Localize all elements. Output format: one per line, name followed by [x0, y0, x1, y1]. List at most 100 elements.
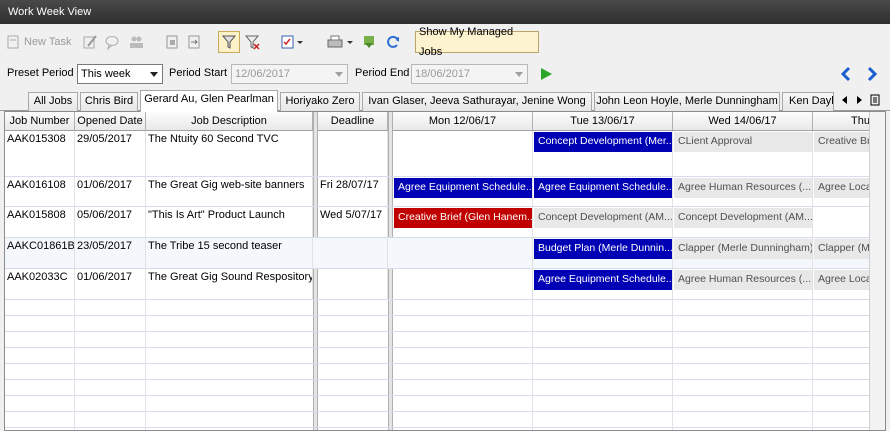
filter-button[interactable] [218, 31, 240, 53]
table-row[interactable]: AAK015808 05/06/2017 "This Is Art" Produ… [5, 207, 871, 238]
tab-list-icon[interactable] [870, 94, 880, 109]
table-row[interactable]: AAK015308 29/05/2017 The Ntuity 60 Secon… [5, 131, 871, 177]
col-divider [74, 300, 75, 430]
task-block[interactable]: Clapper (Me [814, 239, 871, 259]
col-divider [145, 300, 146, 430]
play-icon[interactable] [538, 66, 554, 85]
task-block[interactable]: Creative Bri [814, 132, 871, 152]
chevron-down-icon [335, 72, 343, 77]
empty-row [5, 396, 871, 412]
tab-chris-bird[interactable]: Chris Bird [80, 92, 138, 111]
col-deadline[interactable]: Deadline [318, 112, 388, 131]
opened-date-cell: 01/06/2017 [75, 269, 146, 299]
period-end-field[interactable]: 18/06/2017 [411, 64, 528, 84]
preset-period-select[interactable]: This week [77, 64, 163, 84]
show-managed-jobs-toggle[interactable]: Show My Managed Jobs [415, 26, 539, 58]
empty-row [5, 348, 871, 364]
task-block[interactable]: Agree Equipment Schedule... [394, 178, 532, 198]
job-description-cell: The Great Gig web-site banners [146, 177, 313, 206]
job-description-cell: The Ntuity 60 Second TVC [146, 131, 313, 176]
opened-date-cell: 05/06/2017 [75, 207, 146, 237]
import-button[interactable] [186, 31, 202, 53]
tab-scroll-right-icon[interactable] [856, 95, 864, 108]
task-block[interactable]: Agree Locat [814, 270, 871, 290]
task-block[interactable]: Concept Development (AM... [674, 208, 812, 228]
task-block[interactable]: Agree Equipment Schedule... [534, 270, 672, 290]
prev-icon[interactable] [838, 66, 854, 85]
task-block[interactable]: Agree Locat [814, 178, 871, 198]
opened-date-cell: 29/05/2017 [75, 131, 146, 176]
period-start-field[interactable]: 12/06/2017 [231, 64, 348, 84]
preset-period-label: Preset Period [7, 67, 74, 79]
table-row[interactable]: AAK02033C 01/06/2017 The Great Gig Sound… [5, 269, 871, 300]
user-tabs: All Jobs Chris Bird Gerard Au, Glen Pear… [0, 89, 890, 112]
col-day-wed[interactable]: Wed 14/06/17 [673, 112, 813, 131]
job-number-cell: AAK02033C [5, 269, 75, 299]
import-icon [186, 34, 202, 50]
task-block[interactable]: Creative Brief (Glen Hanem... [394, 208, 532, 228]
opened-date-cell: 01/06/2017 [75, 177, 146, 206]
empty-row [5, 332, 871, 348]
checklist-button[interactable] [280, 31, 304, 53]
vertical-scrollbar[interactable] [869, 112, 885, 430]
tab-ken-dayl[interactable]: Ken Dayl [782, 92, 834, 111]
task-block[interactable]: Agree Equipment Schedule... [534, 178, 672, 198]
empty-row [5, 300, 871, 316]
tab-scroll-left-icon[interactable] [840, 95, 848, 108]
comment-button[interactable] [104, 31, 120, 53]
tab-gerard-au-glen-pearlman[interactable]: Gerard Au, Glen Pearlman [140, 90, 278, 112]
col-opened-date[interactable]: Opened Date [75, 112, 146, 131]
job-number-cell: AAKC01861B [5, 238, 75, 268]
period-end-value: 18/06/2017 [415, 68, 471, 80]
print-icon [326, 34, 354, 50]
col-divider [532, 131, 533, 430]
tab-john-leon-hoyle[interactable]: John Leon Hoyle, Merle Dunningham [594, 92, 780, 111]
task-block[interactable]: Agree Human Resources (... [674, 178, 812, 198]
task-block[interactable]: Concept Development (Mer... [534, 132, 672, 152]
tab-all-jobs[interactable]: All Jobs [28, 92, 78, 111]
table-row[interactable]: AAKC01861B 23/05/2017 The Tribe 15 secon… [5, 238, 871, 269]
clear-filter-button[interactable] [244, 31, 260, 53]
new-task-button[interactable]: New Task [6, 31, 76, 53]
checklist-icon [280, 34, 304, 50]
people-button[interactable] [128, 31, 144, 53]
col-day-thu[interactable]: Thu [813, 112, 871, 131]
deadline-cell: Wed 5/07/17 [318, 207, 388, 237]
edit-button[interactable] [82, 31, 98, 53]
deadline-cell: Fri 28/07/17 [318, 177, 388, 206]
next-icon[interactable] [864, 66, 880, 85]
deadline-cell [318, 238, 388, 268]
download-icon [361, 34, 377, 50]
people-icon [128, 34, 144, 50]
col-divider [672, 131, 673, 430]
opened-date-cell: 23/05/2017 [75, 238, 146, 268]
col-job-description[interactable]: Job Description [146, 112, 313, 131]
deadline-cell [318, 269, 388, 299]
task-block[interactable]: Concept Development (AM... [534, 208, 672, 228]
empty-row [5, 412, 871, 428]
refresh-button[interactable] [385, 31, 401, 53]
download-button[interactable] [361, 31, 377, 53]
comment-icon [104, 34, 120, 50]
filter-icon [221, 34, 237, 50]
col-day-mon[interactable]: Mon 12/06/17 [393, 112, 533, 131]
job-description-cell: The Tribe 15 second teaser [146, 238, 313, 268]
task-block[interactable]: Agree Human Resources (... [674, 270, 812, 290]
col-job-number[interactable]: Job Number [5, 112, 75, 131]
task-block[interactable]: Budget Plan (Merle Dunnin... [534, 239, 672, 259]
table-row[interactable]: AAK016108 01/06/2017 The Great Gig web-s… [5, 177, 871, 207]
chevron-down-icon [150, 72, 158, 77]
clear-filter-icon [244, 34, 260, 50]
task-block[interactable]: Clapper (Merle Dunningham) [674, 239, 812, 259]
export-button[interactable] [164, 31, 180, 53]
col-day-tue[interactable]: Tue 13/06/17 [533, 112, 673, 131]
tab-horiyako-zero[interactable]: Horiyako Zero [280, 92, 360, 111]
tab-ivan-glaser[interactable]: Ivan Glaser, Jeeva Sathurayar, Jenine Wo… [362, 92, 592, 111]
empty-row [5, 380, 871, 396]
col-divider [812, 131, 813, 430]
deadline-cell [318, 131, 388, 176]
print-button[interactable] [326, 31, 354, 53]
new-task-icon [6, 35, 20, 49]
edit-icon [82, 34, 98, 50]
task-block[interactable]: CLient Approval [674, 132, 812, 152]
